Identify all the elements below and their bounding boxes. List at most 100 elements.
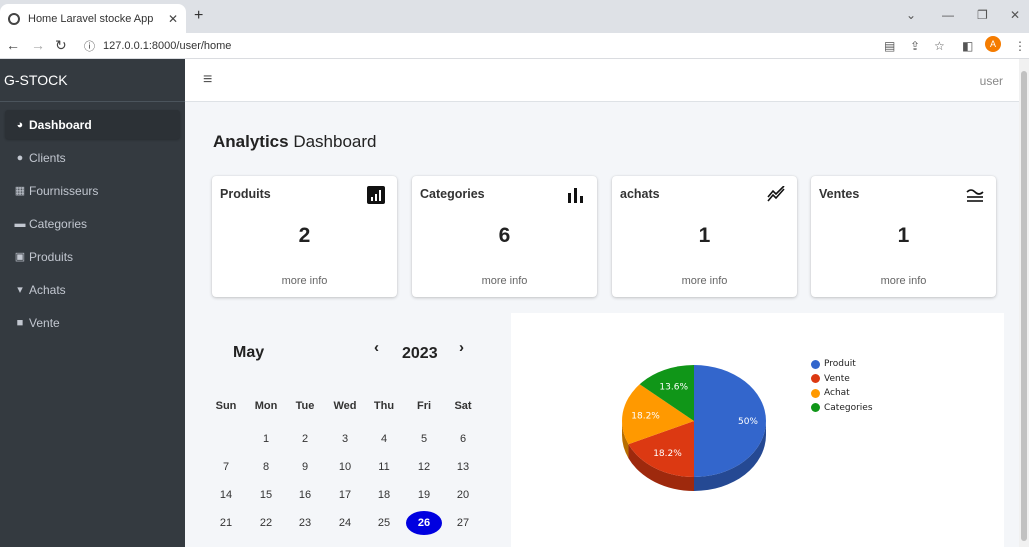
calendar-day[interactable]: 25: [366, 511, 402, 535]
dashboard-icon: ◕: [16, 118, 24, 131]
legend-item[interactable]: Vente: [811, 372, 873, 387]
weekday-label: Fri: [416, 400, 432, 412]
legend-item[interactable]: Categories: [811, 401, 873, 416]
calendar-day[interactable]: 17: [327, 483, 363, 507]
card-title: Categories: [420, 187, 485, 201]
sidebar-item-label: Produits: [29, 249, 74, 264]
calendar-day[interactable]: 7: [208, 455, 244, 479]
sidebar-item-label: Fournisseurs: [29, 183, 99, 198]
url-text: 127.0.0.1:8000/user/home: [103, 40, 232, 52]
info-icon[interactable]: ⓘ: [84, 38, 95, 54]
legend-label: Achat: [824, 388, 850, 399]
calendar-day[interactable]: 4: [366, 427, 402, 451]
bookmark-star-icon[interactable]: ☆: [934, 39, 945, 53]
card-value: 1: [698, 224, 711, 247]
calendar-day[interactable]: 1: [248, 427, 284, 451]
restore-icon[interactable]: ❐: [977, 8, 988, 22]
calendar-day[interactable]: 8: [248, 455, 284, 479]
card-categories: Categories 6 more info: [412, 176, 597, 297]
card-achats: achats 1 more info: [612, 176, 797, 297]
calendar-day[interactable]: 15: [248, 483, 284, 507]
address-bar-row: ← → ↻ ⓘ 127.0.0.1:8000/user/home ▤ ⇪ ☆ ◧…: [0, 33, 1029, 59]
sidebar-item-dashboard[interactable]: ◕ Dashboard: [5, 110, 180, 139]
calendar-day[interactable]: 11: [366, 455, 402, 479]
calendar-day[interactable]: 9: [287, 455, 323, 479]
scrollbar-thumb[interactable]: [1021, 71, 1027, 541]
sidebar-item-categories[interactable]: ▬ Categories: [5, 209, 180, 238]
calendar-day[interactable]: 10: [327, 455, 363, 479]
gift-icon: ▣: [14, 251, 26, 263]
reload-icon[interactable]: ↻: [55, 37, 67, 54]
calendar-day[interactable]: 27: [445, 511, 481, 535]
share-icon[interactable]: ⇪: [910, 39, 920, 53]
close-tab-icon[interactable]: ✕: [168, 12, 178, 26]
browser-menu-icon[interactable]: ⋮: [1014, 39, 1026, 53]
card-title: Ventes: [819, 187, 860, 201]
browser-tab-bar: Home Laravel stocke App ✕ + ⌄ — ❐ ✕: [0, 0, 1029, 33]
hamburger-menu-icon[interactable]: ≡: [203, 71, 212, 89]
card-value: 1: [897, 224, 910, 247]
bar-chart-square-icon: [367, 186, 385, 204]
new-tab-icon[interactable]: +: [194, 7, 203, 25]
cart-icon: ▾: [17, 284, 23, 296]
calendar-day[interactable]: 24: [327, 511, 363, 535]
legend-label: Vente: [824, 373, 850, 384]
calendar-day[interactable]: 20: [445, 483, 481, 507]
calendar-day[interactable]: 6: [445, 427, 481, 451]
browser-tab[interactable]: Home Laravel stocke App ✕: [0, 4, 186, 33]
url-field[interactable]: ⓘ 127.0.0.1:8000/user/home: [84, 36, 874, 56]
more-info-link[interactable]: more info: [412, 275, 597, 287]
sidebar-item-produits[interactable]: ▣ Produits: [5, 242, 180, 271]
calendar-day[interactable]: 14: [208, 483, 244, 507]
calendar-day[interactable]: 12: [406, 455, 442, 479]
more-info-link[interactable]: more info: [212, 275, 397, 287]
calendar-day[interactable]: 5: [406, 427, 442, 451]
translate-icon[interactable]: ▤: [884, 39, 895, 53]
calendar-day[interactable]: 13: [445, 455, 481, 479]
calendar-day[interactable]: 2: [287, 427, 323, 451]
sidebar-item-fournisseurs[interactable]: ▦ Fournisseurs: [5, 176, 180, 205]
minimize-icon[interactable]: —: [942, 8, 954, 22]
side-panel-icon[interactable]: ◧: [962, 39, 973, 53]
sidebar-item-clients[interactable]: ● Clients: [5, 143, 180, 172]
calendar-day[interactable]: 22: [248, 511, 284, 535]
user-icon: ●: [16, 151, 24, 164]
page-title-rest: Dashboard: [288, 132, 377, 151]
profile-avatar[interactable]: A: [985, 36, 1001, 52]
calendar-day[interactable]: 19: [406, 483, 442, 507]
calendar-day[interactable]: 23: [287, 511, 323, 535]
calendar-year: 2023: [402, 345, 438, 362]
page-scrollbar[interactable]: [1019, 59, 1029, 547]
globe-icon: [8, 12, 20, 25]
more-info-link[interactable]: more info: [811, 275, 996, 287]
calendar-day[interactable]: 16: [287, 483, 323, 507]
legend-item[interactable]: Produit: [811, 357, 873, 372]
bar-chart-icon: [568, 188, 583, 203]
calendar-day[interactable]: 21: [208, 511, 244, 535]
building-icon: ▦: [14, 185, 26, 197]
legend-item[interactable]: Achat: [811, 386, 873, 401]
weekday-label: Sun: [215, 400, 237, 412]
sidebar-item-vente[interactable]: ■ Vente: [5, 308, 180, 337]
calendar-day-today[interactable]: 26: [406, 511, 442, 535]
tab-search-icon[interactable]: ⌄: [906, 8, 916, 22]
page-title-bold: Analytics: [213, 132, 289, 151]
calendar-next-button[interactable]: ›: [459, 339, 464, 356]
back-icon[interactable]: ←: [6, 37, 20, 53]
forward-icon[interactable]: →: [31, 37, 45, 53]
window-close-icon[interactable]: ✕: [1010, 8, 1020, 22]
chart-legend: Produit Vente Achat Categories: [811, 357, 873, 415]
calendar-prev-button[interactable]: ‹: [374, 339, 379, 356]
sidebar-item-label: Dashboard: [29, 117, 92, 132]
truck-icon: ■: [16, 316, 24, 329]
brand-logo[interactable]: G-STOCK: [0, 59, 185, 102]
calendar-day[interactable]: 18: [366, 483, 402, 507]
card-title: Produits: [220, 187, 271, 201]
sidebar-item-achats[interactable]: ▾ Achats: [5, 275, 180, 304]
folder-icon: ▬: [14, 217, 26, 230]
calendar-day[interactable]: 3: [327, 427, 363, 451]
user-menu[interactable]: user: [980, 74, 1003, 88]
weekday-label: Mon: [254, 400, 278, 412]
card-ventes: Ventes 1 more info: [811, 176, 996, 297]
more-info-link[interactable]: more info: [612, 275, 797, 287]
